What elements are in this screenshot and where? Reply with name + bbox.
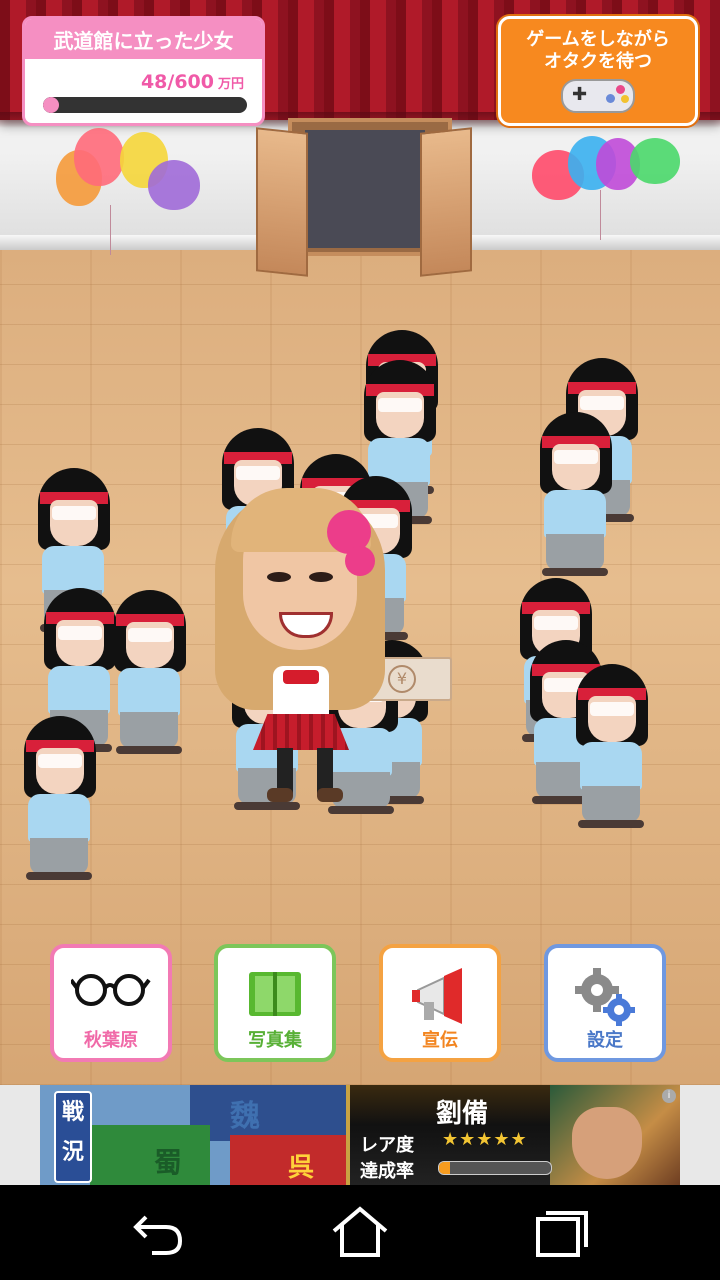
banner-hero-info: 劉備 レア度 ★★★★★ 達成率 i (346, 1085, 680, 1185)
door-right (420, 127, 472, 277)
back-arrow-icon[interactable] (128, 1203, 188, 1263)
region-label-wei: 魏 (230, 1099, 260, 1134)
hibiscus-flower-icon (345, 546, 375, 576)
balloon-string (110, 205, 111, 255)
region-label-wu: 呉 (288, 1153, 315, 1183)
game-stage[interactable]: ¥ 武道館に立った少女 48/600 万円 ゲームをしながら オタクを待つ ✚ 秋… (0, 0, 720, 1085)
map-region-wei (190, 1085, 346, 1141)
settings-button[interactable]: 設定 (544, 944, 666, 1062)
ad-banner[interactable]: 戦況 魏 蜀 呉 劉備 レア度 ★★★★★ 達成率 i (40, 1085, 680, 1185)
akihabara-label: 秋葉原 (84, 1030, 138, 1051)
hero-face (572, 1107, 642, 1179)
game-button-line1: ゲームをしながら (526, 29, 670, 50)
balloon-icon (148, 160, 200, 210)
settings-label: 設定 (587, 1030, 623, 1051)
gears-icon (573, 968, 637, 1032)
region-label-shu: 蜀 (154, 1146, 183, 1179)
play-minigame-button[interactable]: ゲームをしながら オタクを待つ ✚ (498, 16, 698, 126)
goal-panel: 武道館に立った少女 48/600 万円 (22, 16, 265, 126)
goal-progress-bar (43, 97, 247, 113)
rarity-label: レア度 (360, 1135, 414, 1156)
glasses-icon (69, 968, 151, 1012)
system-navigation-bar (0, 1185, 720, 1280)
goal-title: 武道館に立った少女 (25, 19, 262, 59)
completion-rate-label: 達成率 (360, 1161, 414, 1182)
rarity-stars: ★★★★★ (442, 1129, 528, 1150)
balloon-string (600, 190, 601, 240)
completion-rate-bar (438, 1161, 552, 1175)
gamepad-icon: ✚ (561, 79, 635, 113)
otaku-fan[interactable] (566, 664, 656, 834)
completion-rate-fill (439, 1162, 451, 1174)
ad-info-icon[interactable]: i (662, 1089, 676, 1103)
promotion-button[interactable]: 宣伝 (379, 944, 501, 1062)
money-unit: 万円 (217, 77, 244, 92)
battle-status-tag: 戦況 (54, 1091, 92, 1183)
balloon-icon (74, 128, 124, 186)
megaphone-icon (410, 968, 470, 1032)
banner-map: 戦況 魏 蜀 呉 (40, 1085, 346, 1185)
recent-apps-icon[interactable] (532, 1203, 592, 1263)
otaku-fan[interactable] (14, 716, 104, 886)
otaku-fan[interactable] (530, 412, 620, 582)
photobook-icon (245, 968, 305, 1024)
money-value: 48/600 (140, 71, 214, 93)
money-counter: 48/600 万円 (141, 71, 244, 93)
hero-name: 劉備 (436, 1099, 489, 1129)
game-button-line2: オタクを待つ (544, 51, 652, 72)
doorway (305, 130, 425, 248)
goal-progress-fill (43, 97, 60, 113)
akihabara-button[interactable]: 秋葉原 (50, 944, 172, 1062)
home-icon[interactable] (330, 1203, 390, 1263)
otaku-fan[interactable] (104, 590, 194, 760)
balloon-icon (630, 138, 680, 184)
door-left (256, 127, 308, 277)
promotion-label: 宣伝 (422, 1030, 458, 1051)
idol-character[interactable] (205, 470, 395, 810)
map-region-shu (90, 1125, 210, 1185)
photobook-label: 写真集 (248, 1030, 302, 1051)
photobook-button[interactable]: 写真集 (214, 944, 336, 1062)
